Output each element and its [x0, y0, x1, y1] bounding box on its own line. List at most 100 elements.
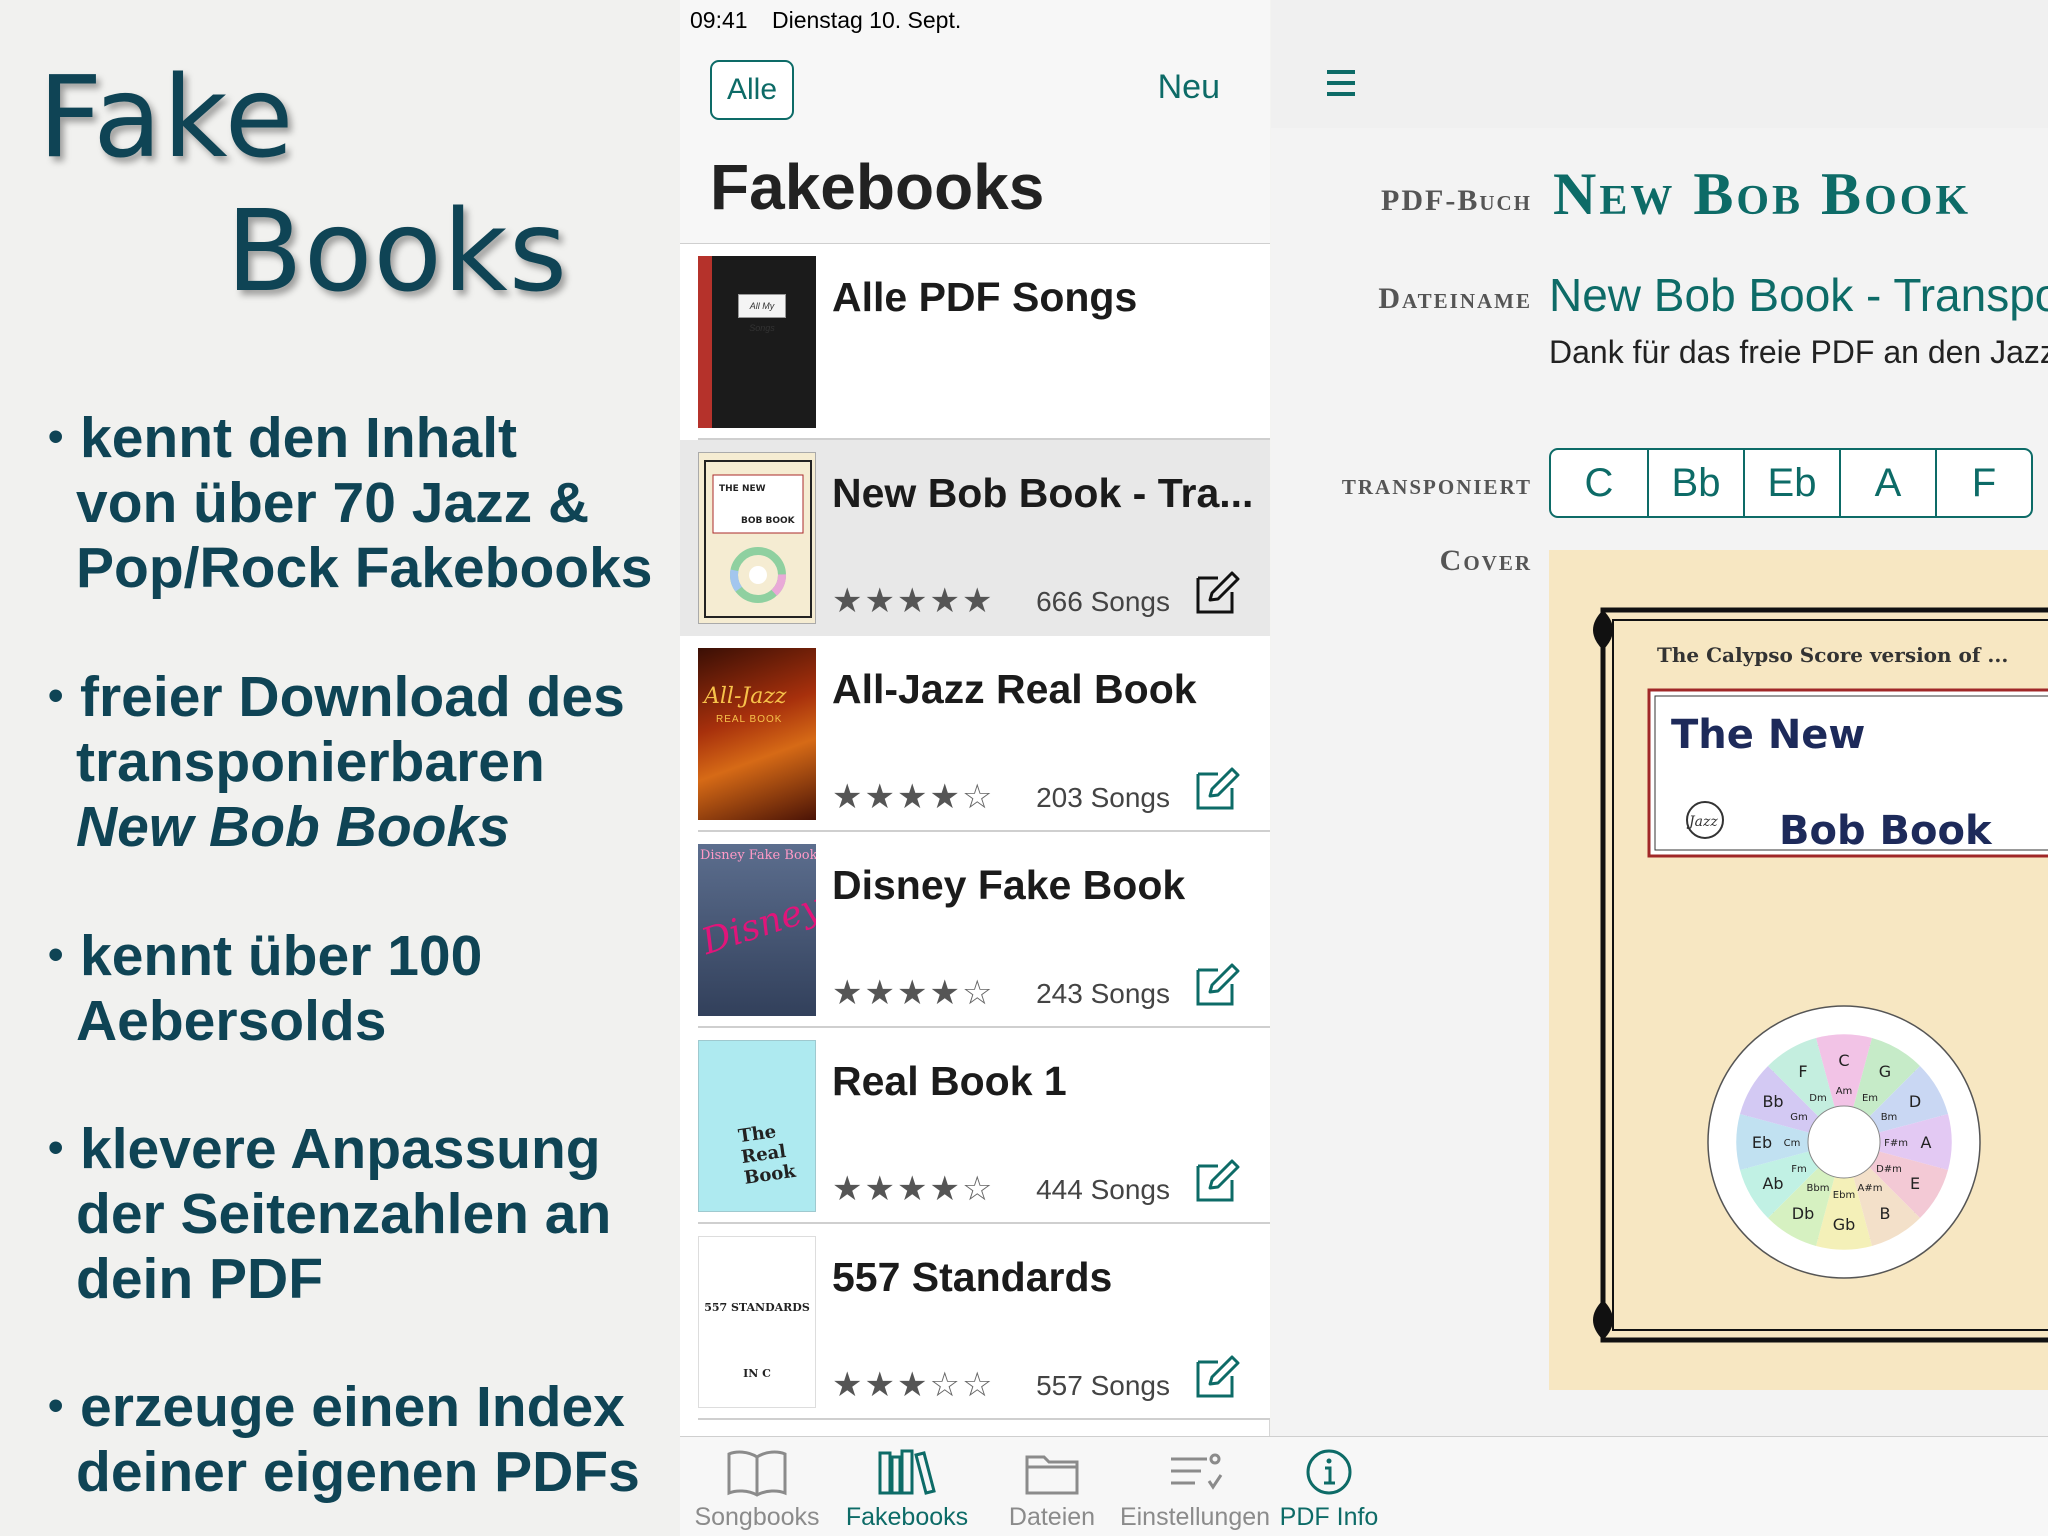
tab-dateien[interactable]: Dateien — [986, 1437, 1118, 1536]
label-cover: Cover — [1439, 544, 1532, 577]
circle-outer-key: C — [1838, 1051, 1849, 1070]
circle-outer-key: Ab — [1762, 1174, 1783, 1193]
book-title: Real Book 1 — [832, 1058, 1067, 1104]
list-item-disney-fake-book[interactable]: Disney Fake Book Disney Disney Fake Book… — [680, 832, 1270, 1028]
tab-pdf-info[interactable]: PDF Info — [1274, 1437, 1384, 1536]
edit-icon[interactable] — [1194, 962, 1240, 1008]
circle-inner-key: A#m — [1858, 1183, 1883, 1194]
pdf-book-title: New Bob Book — [1553, 161, 1972, 227]
cover-title-top: The New — [1671, 712, 1865, 758]
tab-label: Einstellungen — [1119, 1503, 1271, 1531]
circle-outer-key: E — [1910, 1174, 1920, 1193]
star-empty-icon: ☆ — [961, 974, 995, 1012]
info-circle-icon — [1306, 1449, 1352, 1495]
all-button[interactable]: Alle — [710, 60, 794, 120]
book-title: 557 Standards — [832, 1254, 1113, 1300]
bullet-dot: • — [48, 1123, 64, 1172]
list-item-all-jazz-real-book[interactable]: All-Jazz REAL BOOK All-Jazz Real Book ★★… — [680, 636, 1270, 832]
circle-outer-key: Db — [1792, 1204, 1814, 1223]
promo-bullet-line: Aebersolds — [76, 989, 387, 1053]
star-filled-icon: ★ — [832, 974, 865, 1012]
star-filled-icon: ★ — [864, 1366, 897, 1404]
status-time: 09:41 — [690, 7, 748, 33]
star-filled-icon: ★ — [896, 1366, 930, 1404]
star-filled-icon: ★ — [896, 778, 930, 816]
key-button-eb[interactable]: Eb — [1743, 450, 1839, 516]
star-empty-icon: ☆ — [929, 1366, 962, 1404]
tab-label: Dateien — [1008, 1503, 1096, 1531]
circle-inner-key: D#m — [1876, 1164, 1902, 1175]
transpose-key-selector: C Bb Eb A F — [1549, 448, 2033, 518]
cover-spine — [698, 256, 712, 428]
key-button-f[interactable]: F — [1935, 450, 2031, 516]
tab-songbooks[interactable]: Songbooks — [692, 1437, 822, 1536]
circle-inner-key: Ebm — [1833, 1190, 1855, 1201]
edit-icon[interactable] — [1194, 570, 1240, 616]
book-cover: Disney Fake Book Disney — [698, 844, 816, 1016]
edit-icon[interactable] — [1194, 1158, 1240, 1204]
list-item-all-pdf-songs[interactable]: All My Songs Alle PDF Songs — [680, 244, 1270, 440]
tab-fakebooks[interactable]: Fakebooks — [842, 1437, 972, 1536]
circle-outer-key: Eb — [1752, 1133, 1772, 1152]
list-item-557-standards[interactable]: 557 STANDARDS IN C 557 Standards ★★★☆☆ 5… — [680, 1224, 1270, 1420]
book-open-icon — [727, 1450, 787, 1497]
circle-inner-key: Em — [1862, 1093, 1878, 1104]
bullet-dot: • — [48, 1381, 64, 1430]
cover-header-text: The Calypso Score version of ... — [1657, 643, 2008, 667]
star-filled-icon: ★ — [864, 1170, 897, 1208]
star-empty-icon: ☆ — [961, 778, 995, 816]
label-transposed: transponiert — [1341, 468, 1532, 501]
star-filled-icon: ★ — [864, 778, 897, 816]
song-count: 666 Songs — [1036, 586, 1170, 617]
list-nav-bar: 09:41 Dienstag 10. Sept. Alle Neu Fakebo… — [680, 0, 1270, 244]
cover-logo-text: Disney — [698, 885, 816, 964]
star-filled-icon: ★ — [832, 778, 865, 816]
star-empty-icon: ☆ — [961, 1366, 995, 1404]
circle-outer-key: A — [1921, 1133, 1932, 1152]
cover-preview: The Calypso Score version of ... The New… — [1549, 550, 2048, 1390]
label-filename: Dateiname — [1378, 282, 1532, 315]
new-button[interactable]: Neu — [1158, 68, 1220, 107]
cover-subtitle: IN C — [743, 1367, 771, 1380]
key-button-bb[interactable]: Bb — [1647, 450, 1743, 516]
label-pdf-book: PDF-Buch — [1381, 184, 1532, 217]
folder-icon — [1025, 1455, 1079, 1495]
book-cover: THE NEW BOB BOOK — [698, 452, 816, 624]
promo-bullet-line: transponierbaren — [76, 730, 545, 794]
cover-title-bottom: Bob Book — [1779, 808, 1993, 854]
promo-bullet-line: von über 70 Jazz & — [76, 471, 590, 535]
promo-bullet-line: der Seitenzahlen an — [76, 1182, 612, 1246]
promo-bullet-line: kennt über 100 — [80, 924, 483, 988]
fakebook-list-panel: 09:41 Dienstag 10. Sept. Alle Neu Fakebo… — [680, 0, 1270, 1536]
thanks-note: Dank für das freie PDF an den Jazz — [1549, 334, 2048, 370]
circle-of-fifths: C GD A EB Gb Db Ab Eb Bb F Am EmBm F#m D#m A#mEbmBbmF… — [1707, 1005, 1981, 1279]
song-count: 557 Songs — [1036, 1370, 1170, 1401]
row-divider — [698, 1418, 1270, 1420]
list-item-real-book-1[interactable]: The Real Book Real Book 1 ★★★★☆ 444 Song… — [680, 1028, 1270, 1224]
circle-inner-key: Am — [1836, 1086, 1853, 1097]
promo-bullet: • kennt über 100 Aebersolds — [48, 924, 688, 1054]
tab-einstellungen[interactable]: Einstellungen — [1120, 1437, 1270, 1536]
star-filled-icon: ★ — [864, 582, 897, 620]
star-rating: ★★★★☆ — [832, 976, 994, 1010]
star-filled-icon: ★ — [864, 974, 897, 1012]
promo-bullet-line: deiner eigenen PDFs — [76, 1440, 640, 1504]
star-rating: ★★★★★ — [832, 584, 994, 618]
menu-icon[interactable] — [1327, 70, 1355, 96]
list-item-new-bob-book[interactable]: THE NEW BOB BOOK New Bob Book - Tra... ★… — [680, 440, 1270, 636]
star-filled-icon: ★ — [832, 1170, 865, 1208]
key-button-a[interactable]: A — [1839, 450, 1935, 516]
cover-badge: Jazz — [1686, 814, 1718, 830]
promo-bullet: • freier Download des transponierbaren N… — [48, 665, 688, 860]
cover-title: Disney Fake Book — [700, 848, 816, 863]
edit-icon[interactable] — [1194, 766, 1240, 812]
star-filled-icon: ★ — [929, 582, 962, 620]
file-name-value[interactable]: New Bob Book - Transpos — [1549, 268, 2048, 322]
star-filled-icon: ★ — [961, 582, 995, 620]
edit-icon[interactable] — [1194, 1354, 1240, 1400]
promo-bullet-line: Pop/Rock Fakebooks — [76, 536, 653, 600]
new-bob-book-cover-art: THE NEW BOB BOOK — [704, 460, 812, 618]
promo-bullet-line: kennt den Inhalt — [80, 406, 518, 470]
detail-nav-bar — [1271, 0, 2048, 128]
key-button-c[interactable]: C — [1551, 450, 1647, 516]
